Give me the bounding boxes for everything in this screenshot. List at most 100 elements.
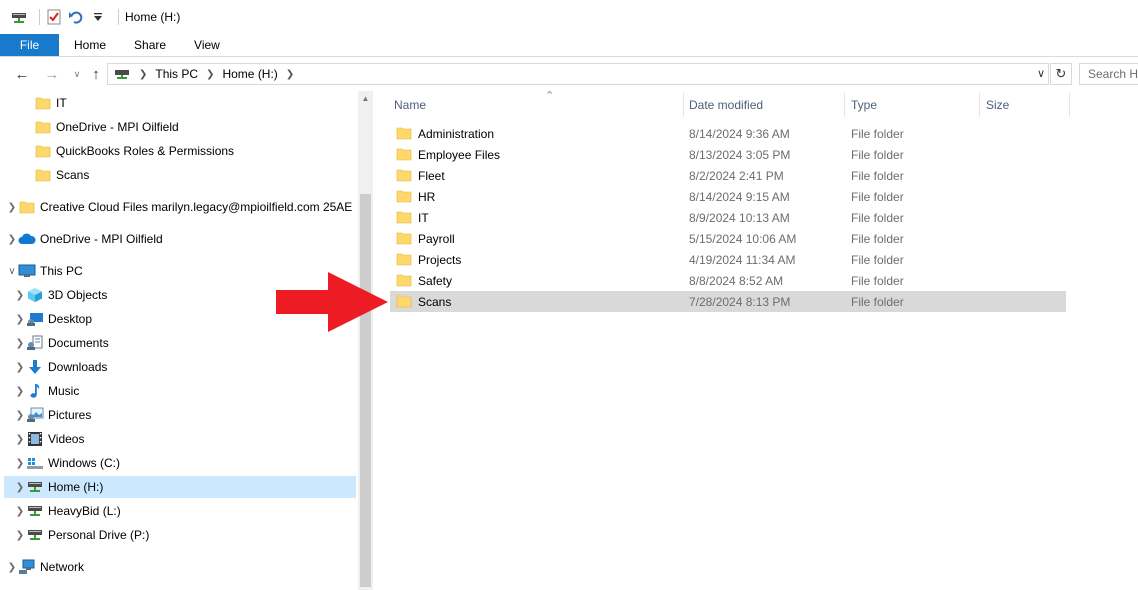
chevron-right-icon[interactable]: ❯ — [6, 562, 18, 573]
chevron-right-icon[interactable]: ❯ — [14, 314, 26, 325]
customize-quick-access-icon[interactable] — [90, 9, 106, 25]
nav-item-heavybid[interactable]: ❯ HeavyBid (L:) — [14, 500, 121, 522]
nav-item-label: Downloads — [48, 360, 108, 374]
tab-home[interactable]: Home — [59, 34, 120, 56]
file-name-cell: Payroll — [396, 228, 455, 249]
ribbon-tabs: File Home Share View — [0, 34, 1138, 57]
nav-item-home-h[interactable]: ❯ Home (H:) — [4, 476, 356, 498]
address-bar[interactable]: ❯ This PC ❯ Home (H:) ❯ ∨ — [107, 63, 1049, 85]
nav-item-onedrive-folder[interactable]: OneDrive - MPI Oilfield — [22, 116, 179, 138]
file-list-pane[interactable]: Name ⌃ Date modified Type Size Administr… — [373, 90, 1138, 590]
breadcrumb-this-pc[interactable]: This PC — [155, 67, 198, 81]
nav-item-label: Network — [40, 560, 85, 574]
chevron-right-icon[interactable]: ❯ — [14, 458, 26, 469]
tab-view[interactable]: View — [180, 34, 234, 56]
file-type: File folder — [851, 210, 904, 225]
undo-icon[interactable] — [68, 9, 84, 25]
nav-item-label: Documents — [48, 336, 109, 350]
nav-item-desktop[interactable]: ❯ Desktop — [14, 308, 92, 330]
chevron-right-icon[interactable]: ❯ — [139, 69, 147, 80]
refresh-icon[interactable]: ↻ — [1050, 63, 1072, 85]
nav-item-pictures[interactable]: ❯ Pictures — [14, 404, 91, 426]
forward-arrow-icon[interactable]: → — [40, 62, 64, 86]
folder-icon — [18, 199, 36, 215]
nav-item-videos[interactable]: ❯ Videos — [14, 428, 84, 450]
folder-icon — [34, 143, 52, 159]
table-row[interactable]: Safety 8/8/2024 8:52 AM File folder — [390, 270, 1066, 291]
nav-item-documents[interactable]: ❯ Documents — [14, 332, 109, 354]
nav-item-this-pc[interactable]: ∨ This PC — [6, 260, 83, 282]
table-row[interactable]: Administration 8/14/2024 9:36 AM File fo… — [390, 123, 1066, 144]
navigation-pane[interactable]: IT OneDrive - MPI Oilfield QuickBooks Ro… — [0, 91, 358, 590]
file-name: Payroll — [418, 231, 455, 246]
chevron-right-icon[interactable]: ❯ — [14, 434, 26, 445]
nav-item-label: This PC — [40, 264, 83, 278]
table-row-selected[interactable]: Scans 7/28/2024 8:13 PM File folder — [390, 291, 1066, 312]
nav-item-onedrive[interactable]: ❯ OneDrive - MPI Oilfield — [6, 228, 163, 250]
chevron-right-icon[interactable]: ❯ — [14, 410, 26, 421]
drive-icon[interactable] — [11, 9, 27, 25]
nav-item-personal-drive[interactable]: ❯ Personal Drive (P:) — [14, 524, 150, 546]
column-divider[interactable] — [1069, 93, 1070, 117]
back-arrow-icon[interactable]: ← — [10, 62, 34, 86]
chevron-right-icon[interactable]: ❯ — [6, 202, 18, 213]
nav-scrollbar[interactable]: ▲ — [358, 91, 373, 590]
nav-item-creative-cloud[interactable]: ❯ Creative Cloud Files marilyn.legacy@mp… — [6, 196, 353, 218]
nav-item-label: QuickBooks Roles & Permissions — [56, 144, 235, 158]
tab-file[interactable]: File — [0, 34, 59, 56]
nav-item-scans[interactable]: Scans — [22, 164, 89, 186]
chevron-right-icon[interactable]: ❯ — [14, 506, 26, 517]
computer-icon — [18, 263, 36, 279]
drive-icon — [113, 66, 131, 82]
column-name-label: Name — [394, 98, 427, 112]
table-row[interactable]: HR 8/14/2024 9:15 AM File folder — [390, 186, 1066, 207]
nav-item-it[interactable]: IT — [22, 92, 67, 114]
nav-item-windows-c[interactable]: ❯ Windows (C:) — [14, 452, 120, 474]
file-date: 8/13/2024 3:05 PM — [689, 147, 791, 162]
breadcrumb-home-h[interactable]: Home (H:) — [222, 67, 277, 81]
chevron-right-icon[interactable]: ❯ — [206, 69, 214, 80]
download-icon — [26, 359, 44, 375]
search-input[interactable]: Search Ho — [1079, 63, 1138, 85]
nav-item-network[interactable]: ❯ Network — [6, 556, 84, 578]
nav-item-label: HeavyBid (L:) — [48, 504, 121, 518]
scrollbar-thumb[interactable] — [360, 194, 371, 587]
chevron-right-icon[interactable]: ❯ — [6, 234, 18, 245]
table-row[interactable]: Fleet 8/2/2024 2:41 PM File folder — [390, 165, 1066, 186]
chevron-right-icon[interactable]: ❯ — [14, 530, 26, 541]
table-row[interactable]: Payroll 5/15/2024 10:06 AM File folder — [390, 228, 1066, 249]
title-bar: Home (H:) — [0, 0, 1138, 34]
chevron-right-icon[interactable]: ❯ — [14, 482, 26, 493]
file-date: 7/28/2024 8:13 PM — [689, 294, 791, 309]
table-row[interactable]: Projects 4/19/2024 11:34 AM File folder — [390, 249, 1066, 270]
column-size-label: Size — [986, 98, 1010, 112]
properties-check-icon[interactable] — [46, 9, 62, 25]
up-arrow-icon[interactable]: ↑ — [84, 62, 108, 86]
table-row[interactable]: IT 8/9/2024 10:13 AM File folder — [390, 207, 1066, 228]
chevron-right-icon[interactable]: ❯ — [14, 386, 26, 397]
column-header-type[interactable]: Type — [845, 91, 979, 119]
table-row[interactable]: Employee Files 8/13/2024 3:05 PM File fo… — [390, 144, 1066, 165]
nav-item-quickbooks[interactable]: QuickBooks Roles & Permissions — [22, 140, 234, 162]
chevron-down-icon[interactable]: ∨ — [6, 266, 18, 277]
nav-item-downloads[interactable]: ❯ Downloads — [14, 356, 107, 378]
nav-item-music[interactable]: ❯ Music — [14, 380, 79, 402]
search-placeholder: Search Ho — [1088, 67, 1138, 81]
chevron-right-icon[interactable]: ❯ — [286, 69, 294, 80]
file-name: Administration — [418, 126, 495, 141]
tab-share[interactable]: Share — [120, 34, 180, 56]
column-header-size[interactable]: Size — [980, 91, 1070, 119]
nav-item-3d-objects[interactable]: ❯ 3D Objects — [14, 284, 107, 306]
windows-drive-icon — [26, 455, 44, 471]
file-date: 8/9/2024 10:13 AM — [689, 210, 790, 225]
file-type: File folder — [851, 231, 904, 246]
column-header-name[interactable]: Name ⌃ — [388, 90, 683, 119]
chevron-right-icon[interactable]: ❯ — [14, 290, 26, 301]
scroll-up-icon[interactable]: ▲ — [358, 91, 373, 106]
folder-icon — [396, 127, 412, 140]
chevron-right-icon[interactable]: ❯ — [14, 362, 26, 373]
chevron-right-icon[interactable]: ❯ — [14, 338, 26, 349]
column-type-label: Type — [851, 98, 878, 112]
column-header-date[interactable]: Date modified — [683, 91, 845, 119]
chevron-down-icon[interactable]: ∨ — [1037, 67, 1045, 80]
